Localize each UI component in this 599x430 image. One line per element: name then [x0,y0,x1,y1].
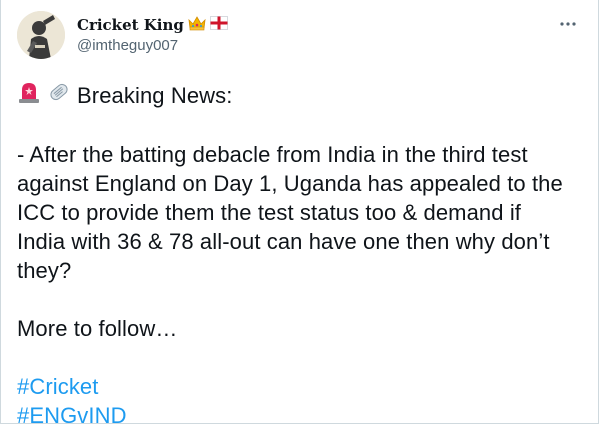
more-dots-icon [560,22,576,26]
tweet-follow-text: More to follow… [17,316,178,341]
tweet-text: Breaking News: - After the batting debac… [17,80,585,430]
rotating-light-icon [17,80,41,111]
author-handle[interactable]: @imtheguy007 [77,37,178,54]
tweet-body-line: against England on Day 1, Uganda has app… [17,171,563,196]
hashtag-link[interactable]: #Cricket [17,372,585,401]
author-name-row[interactable]: Cricket King [77,15,228,35]
tweet-heading: Breaking News: [77,83,233,108]
tweet-body-line: - After the batting debacle from India i… [17,142,528,167]
england-flag-icon [209,15,228,35]
display-name[interactable]: Cricket King [77,16,184,34]
tweet-body-line: they? [17,258,72,283]
more-options-button[interactable] [556,14,580,34]
tweet-card: Cricket King @imtheguy007 Breaking News:… [0,0,599,428]
tweet-body-line: India with 36 & 78 all-out can have one … [17,229,550,254]
hashtag-link[interactable]: #ENGvIND [17,401,585,430]
newspaper-icon [47,80,71,111]
avatar[interactable] [17,11,65,59]
tweet-body-line: ICC to provide them the test status too … [17,200,522,225]
tweet-heading-row: Breaking News: [17,80,585,111]
crown-emoji-icon [188,15,206,36]
